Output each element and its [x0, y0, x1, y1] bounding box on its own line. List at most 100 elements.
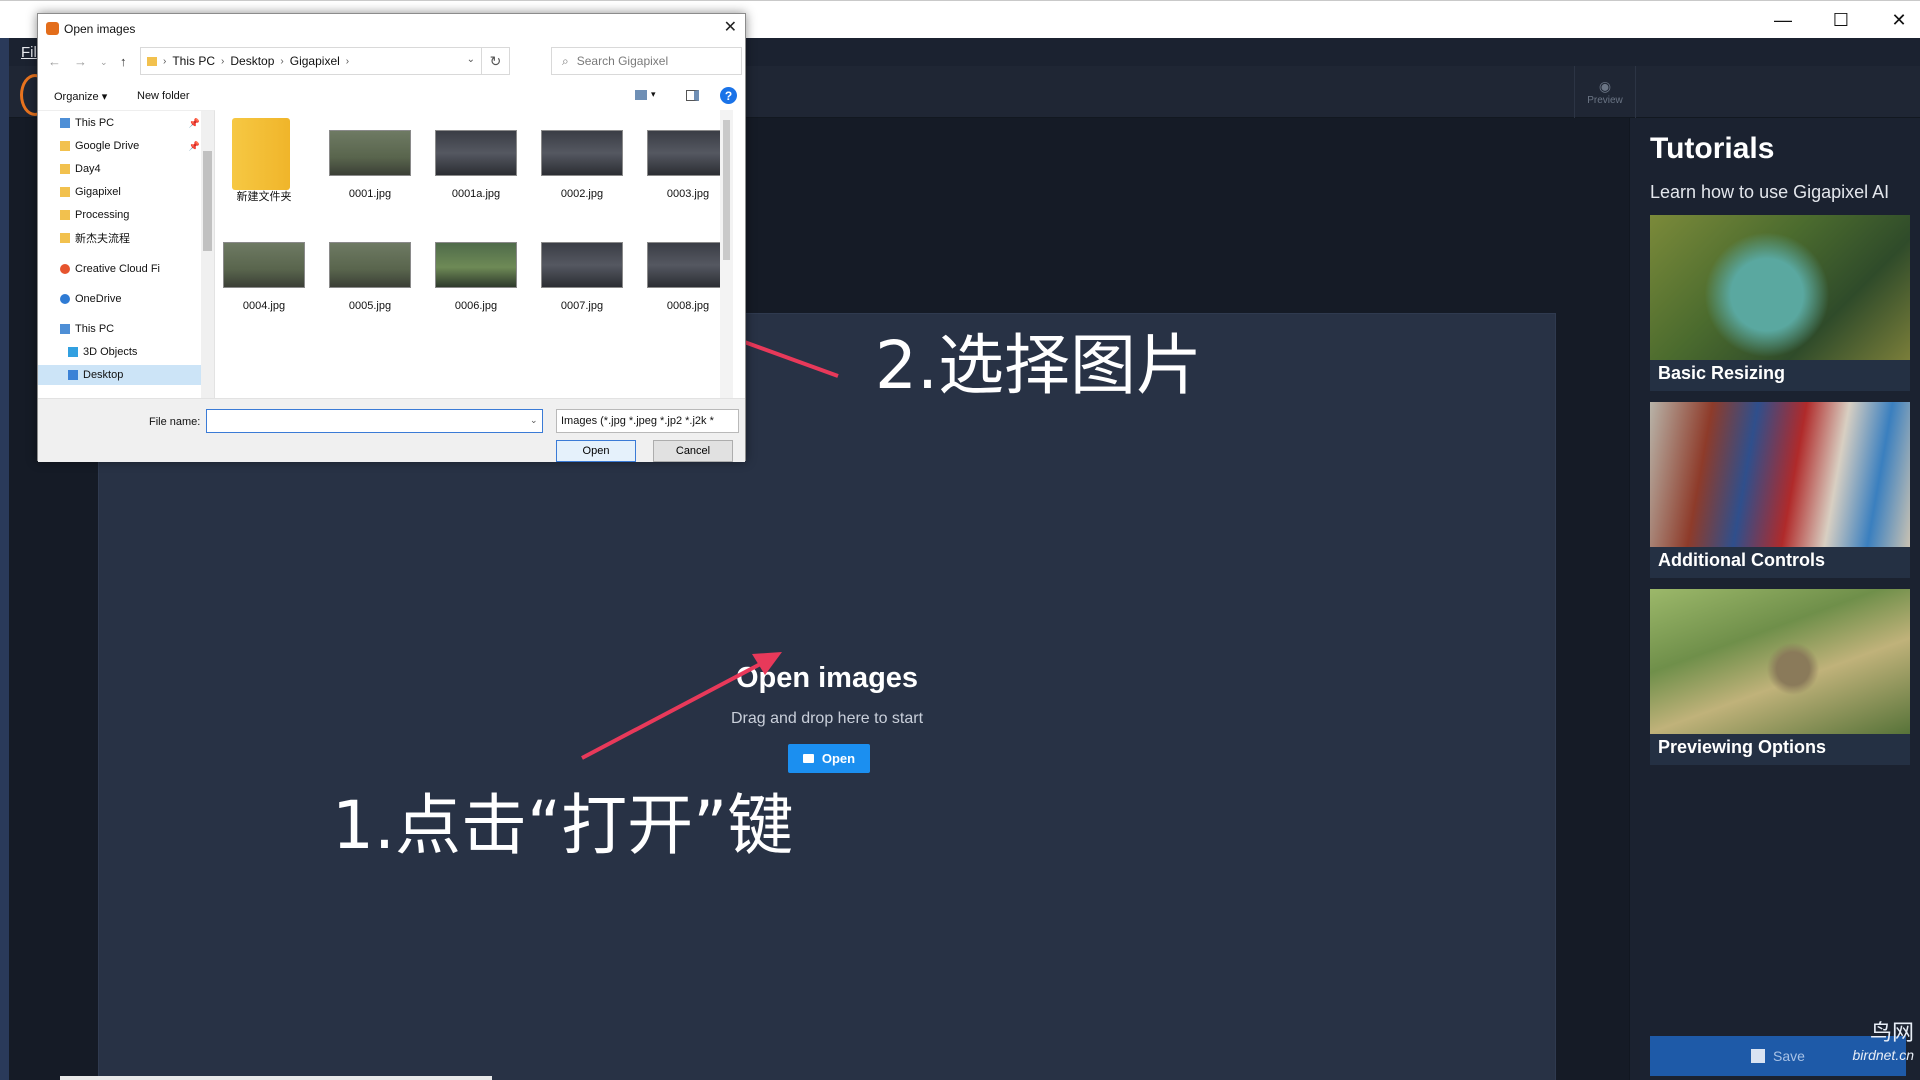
tree-item-label: OneDrive: [75, 293, 122, 305]
file-type-select[interactable]: Images (*.jpg *.jpeg *.jp2 *.j2k *: [556, 409, 739, 433]
file-item[interactable]: 0004.jpg: [216, 222, 312, 326]
breadcrumb-item[interactable]: Gigapixel: [290, 54, 340, 68]
image-thumbnail: [223, 242, 305, 288]
tree-item-creative-cloud[interactable]: Creative Cloud Fi: [38, 259, 202, 279]
save-label: Save: [1773, 1048, 1805, 1064]
tree-item-label: Day4: [75, 163, 101, 175]
file-item[interactable]: 0001.jpg: [322, 110, 418, 214]
search-box[interactable]: ⌕ Search Gigapixel: [551, 47, 742, 75]
tree-item-gigapixel[interactable]: Gigapixel: [38, 182, 202, 202]
folder-icon: [60, 141, 70, 151]
tree-item-folder-cn[interactable]: 新杰夫流程: [38, 228, 202, 248]
file-label: 0001a.jpg: [451, 188, 501, 200]
breadcrumb-item[interactable]: This PC: [172, 54, 215, 68]
tree-item-google-drive[interactable]: Google Drive 📌: [38, 136, 202, 156]
tree-scrollbar[interactable]: [201, 111, 214, 398]
image-thumbnail: [329, 130, 411, 176]
desktop-icon: [68, 370, 78, 380]
menu-file[interactable]: Fil: [21, 44, 37, 61]
folder-icon: [232, 118, 290, 190]
image-thumbnail: [541, 130, 623, 176]
image-thumbnail: [541, 242, 623, 288]
address-dropdown-icon[interactable]: ⌄: [467, 54, 475, 65]
forward-arrow-icon[interactable]: →: [74, 54, 87, 69]
tutorial-card-previewing-options[interactable]: Previewing Options: [1650, 589, 1910, 765]
dialog-nav-bar: ← → ⌄ ↑ › This PC › Desktop › Gigapixel …: [38, 46, 745, 78]
tree-item-label: Desktop: [83, 369, 124, 381]
file-grid-scrollbar[interactable]: [720, 110, 733, 398]
tree-item-onedrive[interactable]: OneDrive: [38, 289, 202, 309]
annotation-step-1: 1.点击“打开”键: [332, 787, 794, 864]
file-item[interactable]: 0005.jpg: [322, 222, 418, 326]
tree-item-label: 3D Objects: [83, 346, 138, 358]
tutorial-thumbnail: [1650, 402, 1910, 547]
dialog-footer: File name: ⌄ Images (*.jpg *.jpeg *.jp2 …: [38, 398, 745, 462]
file-item[interactable]: 0002.jpg: [534, 110, 630, 214]
tutorial-card-additional-controls[interactable]: Additional Controls: [1650, 402, 1910, 578]
view-dropdown-icon[interactable]: ▾: [651, 89, 656, 100]
refresh-icon[interactable]: ↻: [481, 48, 509, 74]
folder-icon: [802, 754, 814, 763]
tree-item-3d-objects[interactable]: 3D Objects: [38, 342, 202, 362]
address-bar[interactable]: › This PC › Desktop › Gigapixel › ⌄ ↻: [140, 47, 510, 75]
open-button[interactable]: Open: [788, 744, 870, 773]
tree-item-desktop[interactable]: Desktop: [38, 365, 202, 385]
close-button[interactable]: ✕: [1870, 1, 1920, 39]
new-folder-button[interactable]: New folder: [137, 90, 190, 102]
file-name-input[interactable]: [206, 409, 543, 433]
file-label: 0004.jpg: [242, 300, 286, 312]
file-label: 新建文件夹: [236, 191, 292, 203]
open-button-label: Open: [821, 751, 856, 766]
image-thumbnail: [329, 242, 411, 288]
tutorial-card-label: Additional Controls: [1658, 550, 1825, 570]
tree-item-label: Creative Cloud Fi: [75, 263, 160, 275]
back-arrow-icon[interactable]: ←: [48, 54, 61, 69]
preview-pane-icon[interactable]: [686, 90, 699, 101]
tree-item-this-pc[interactable]: This PC 📌: [38, 113, 202, 133]
watermark: 鸟网 birdnet.cn: [1806, 1015, 1914, 1063]
dialog-cancel-button[interactable]: Cancel: [653, 440, 733, 462]
tutorial-thumbnail: [1650, 589, 1910, 734]
maximize-button[interactable]: ☐: [1812, 1, 1870, 39]
tree-item-label: This PC: [75, 323, 115, 335]
file-label: 0007.jpg: [560, 300, 604, 312]
folder-icon: [60, 187, 70, 197]
dialog-open-button[interactable]: Open: [556, 440, 636, 462]
image-thumbnail: [647, 130, 729, 176]
pin-icon: 📌: [188, 140, 200, 151]
file-item[interactable]: 0007.jpg: [534, 222, 630, 326]
file-item-new-folder[interactable]: 新建文件夹: [216, 110, 312, 214]
tutorial-card-label: Basic Resizing: [1658, 363, 1786, 383]
file-name-dropdown-icon[interactable]: ⌄: [530, 415, 538, 426]
minimize-button[interactable]: —: [1754, 1, 1812, 39]
tree-item-label: Google Drive: [75, 140, 140, 152]
recent-dropdown-icon[interactable]: ⌄: [100, 57, 108, 68]
onedrive-icon: [60, 294, 70, 304]
taskbar-strip: [60, 1076, 492, 1080]
folder-icon: [60, 210, 70, 220]
drop-zone-title: Open images: [735, 662, 919, 694]
tree-item-day4[interactable]: Day4: [38, 159, 202, 179]
file-item[interactable]: 0006.jpg: [428, 222, 524, 326]
pc-icon: [60, 324, 70, 334]
up-arrow-icon[interactable]: ↑: [120, 54, 127, 69]
view-options-icon[interactable]: [635, 90, 647, 100]
breadcrumb-item[interactable]: Desktop: [230, 54, 274, 68]
dialog-close-button[interactable]: ✕: [724, 17, 737, 37]
tree-item-this-pc-2[interactable]: This PC: [38, 319, 202, 339]
breadcrumb-chevron-icon: ›: [221, 55, 225, 67]
tree-item-processing[interactable]: Processing: [38, 205, 202, 225]
organize-menu[interactable]: Organize ▾: [54, 90, 107, 103]
file-label: 0002.jpg: [560, 188, 604, 200]
tutorial-card-basic-resizing[interactable]: Basic Resizing: [1650, 215, 1910, 391]
preview-button[interactable]: ◉ Preview: [1574, 66, 1636, 118]
file-name-label: File name:: [149, 416, 201, 428]
help-icon[interactable]: ?: [720, 87, 737, 104]
file-type-value: Images (*.jpg *.jpeg *.jp2 *.j2k *: [561, 415, 714, 427]
dialog-app-icon: [46, 22, 59, 35]
creative-cloud-icon: [60, 264, 70, 274]
folder-icon: [147, 56, 157, 66]
file-item[interactable]: 0001a.jpg: [428, 110, 524, 214]
pin-icon: 📌: [188, 117, 200, 128]
search-placeholder: Search Gigapixel: [576, 54, 669, 68]
